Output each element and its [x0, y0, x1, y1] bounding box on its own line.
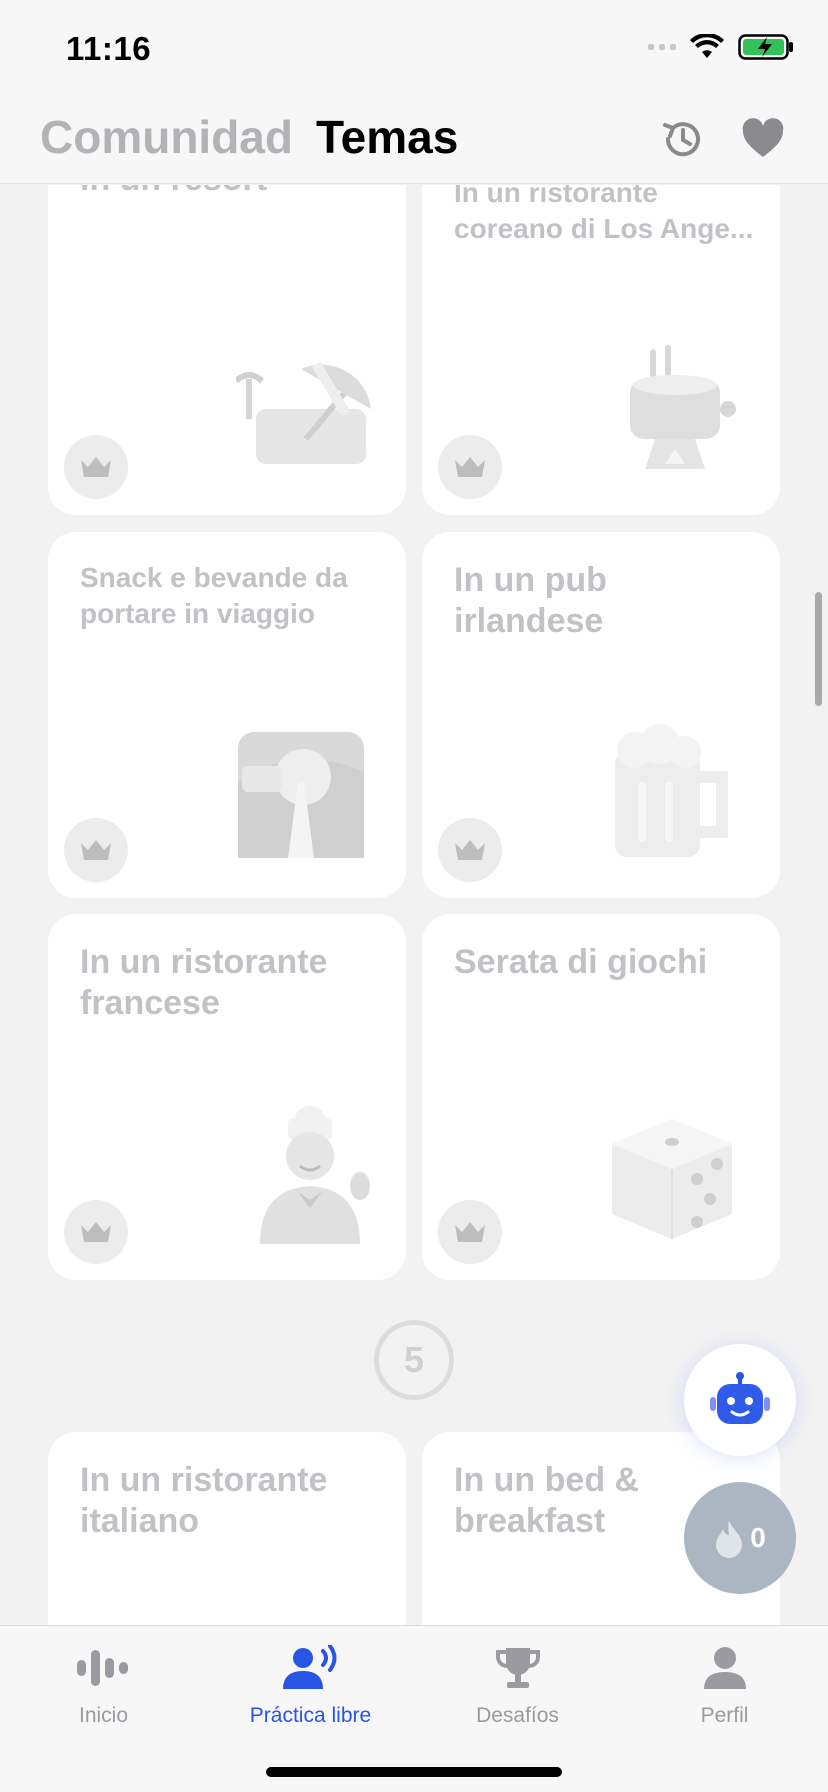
top-header: Comunidad Temas	[0, 100, 828, 184]
topic-title: In un resort	[80, 185, 382, 200]
person-icon	[703, 1647, 746, 1689]
topic-card[interactable]: In un ristorante francese	[48, 914, 406, 1280]
tab-label: Desafíos	[476, 1704, 559, 1727]
chef-icon	[260, 1106, 370, 1244]
home-indicator	[266, 1767, 562, 1777]
tab-desafios[interactable]: Desafíos	[414, 1640, 621, 1728]
topic-title: Serata di giochi	[454, 943, 708, 981]
history-icon[interactable]	[660, 116, 706, 162]
topic-card[interactable]: Snack e bevande da portare in viaggio	[48, 532, 406, 898]
tab-label: Inicio	[78, 1704, 129, 1727]
tab-perfil[interactable]: Perfil	[621, 1640, 828, 1728]
crown-icon	[455, 840, 485, 860]
tab-comunidad[interactable]: Comunidad	[40, 110, 293, 164]
crown-icon	[81, 840, 111, 860]
premium-crown-badge	[438, 1200, 502, 1264]
topic-card[interactable]: Serata di giochi	[422, 914, 780, 1280]
topic-title: In un pub irlandese	[454, 561, 607, 640]
crown-icon	[455, 457, 485, 477]
topic-card[interactable]: In un ristorante italiano	[48, 1432, 406, 1625]
topic-title: In un ristorante italiano	[80, 1461, 328, 1540]
road-trip-icon	[238, 732, 364, 858]
premium-crown-badge	[64, 1200, 128, 1264]
premium-crown-badge	[438, 818, 502, 882]
trophy-icon	[495, 1648, 540, 1688]
status-time: 11:16	[66, 30, 152, 67]
speaking-person-icon	[282, 1645, 336, 1689]
topic-card[interactable]: In un pub irlandese	[422, 532, 780, 898]
cellular-signal-icon	[648, 44, 676, 50]
crown-icon	[81, 457, 111, 477]
streak-count: 0	[750, 1522, 766, 1553]
topic-card[interactable]: In un resort	[48, 185, 406, 515]
topic-title: Snack e bevande da portare in viaggio	[80, 562, 348, 629]
robot-icon	[710, 1372, 770, 1424]
scrollbar[interactable]	[815, 592, 822, 706]
tab-temas[interactable]: Temas	[316, 110, 458, 164]
dice-icon	[612, 1119, 732, 1239]
premium-crown-badge	[64, 435, 128, 499]
status-bar: 11:16	[0, 0, 828, 100]
crown-icon	[455, 1222, 485, 1242]
ai-assistant-button[interactable]	[684, 1344, 796, 1456]
beer-mug-icon	[615, 724, 728, 857]
premium-crown-badge	[438, 435, 502, 499]
tab-label: Práctica libre	[249, 1704, 372, 1727]
topic-title: In un ristorante francese	[80, 943, 328, 1022]
section-number-badge: 5	[374, 1320, 454, 1400]
tab-inicio[interactable]: Inicio	[0, 1640, 207, 1728]
premium-crown-badge	[64, 818, 128, 882]
topic-title: In un ristorante coreano di Los Ange...	[454, 185, 754, 244]
status-icons	[648, 34, 794, 60]
hot-pot-icon	[630, 345, 736, 469]
crown-icon	[81, 1222, 111, 1242]
heart-icon[interactable]	[740, 116, 786, 162]
waveform-icon	[76, 1650, 128, 1686]
tab-practica-libre[interactable]: Práctica libre	[207, 1640, 414, 1728]
topic-card[interactable]: In un ristorante coreano di Los Ange...	[422, 185, 780, 515]
battery-charging-icon	[738, 34, 793, 60]
beach-umbrella-icon	[236, 361, 371, 464]
wifi-icon	[690, 34, 724, 58]
tab-label: Perfil	[700, 1704, 749, 1727]
streak-button[interactable]: 0	[684, 1482, 796, 1594]
flame-icon	[716, 1520, 743, 1558]
